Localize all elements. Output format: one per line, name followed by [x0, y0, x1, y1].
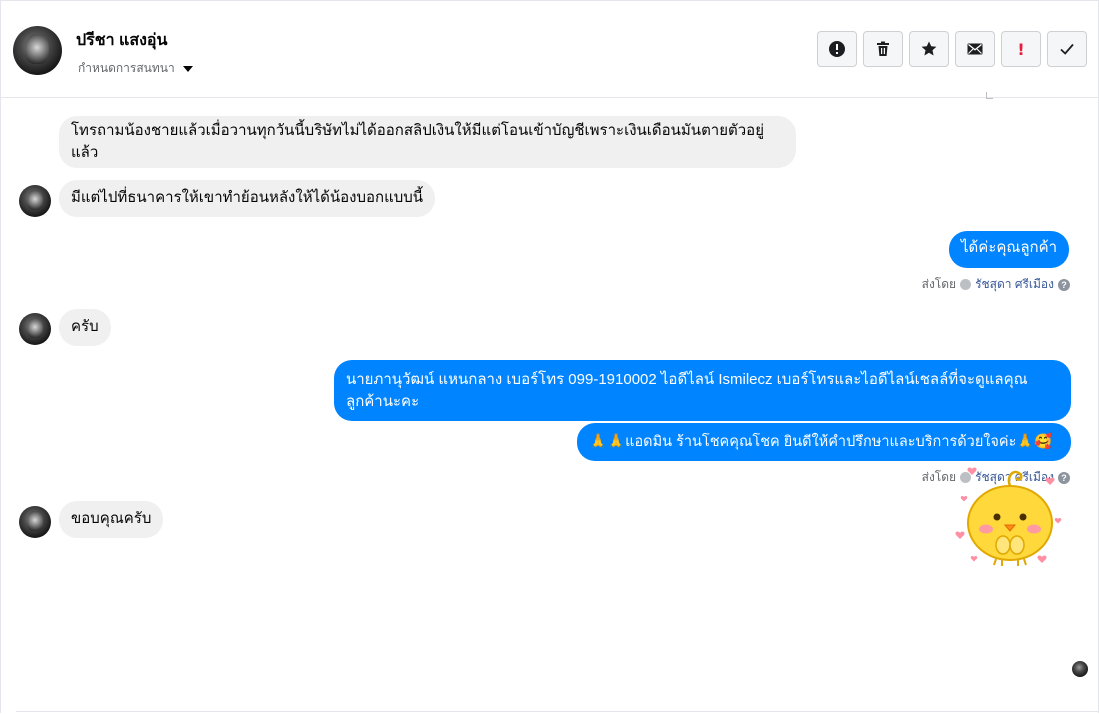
conversation-toolbar: !: [817, 31, 1087, 67]
sent-by-line: ส่งโดย รัชสุดา ศรีเมือง ?: [922, 275, 1070, 294]
assign-conversation-label: กำหนดการสนทนา: [78, 61, 175, 75]
caret-down-icon: [182, 65, 193, 72]
outgoing-message: นายภานุวัฒน์ แหนกลาง เบอร์โทร 099-191000…: [334, 360, 1071, 421]
envelope-icon: [967, 43, 983, 55]
contact-name[interactable]: ปรีชา แสงอุ่น: [76, 28, 167, 53]
mark-unread-button[interactable]: [955, 31, 995, 67]
message-text: มีแต่ไปที่ธนาคารให้เขาทำย้อนหลังให้ได้น้…: [71, 189, 424, 206]
report-button[interactable]: [817, 31, 857, 67]
message-text: ได้ค่ะคุณลูกค้า: [961, 239, 1058, 256]
message-text: ขอบคุณครับ: [71, 510, 152, 527]
incoming-message: โทรถามน้องชายแล้วเมื่อวานทุกวันนี้บริษัท…: [59, 116, 796, 168]
conversation-header: ปรีชา แสงอุ่น กำหนดการสนทนา !: [1, 1, 1098, 98]
check-icon: [1060, 43, 1074, 55]
agent-name[interactable]: รัชสุดา ศรีเมือง: [975, 275, 1054, 294]
exclamation-icon: !: [1017, 39, 1025, 59]
incoming-message: มีแต่ไปที่ธนาคารให้เขาทำย้อนหลังให้ได้น้…: [59, 180, 436, 217]
help-icon[interactable]: ?: [1058, 278, 1070, 291]
seen-avatar: [1072, 661, 1088, 677]
message-text: ครับ: [71, 318, 99, 335]
sent-by-prefix: ส่งโดย: [921, 277, 957, 291]
chick-sticker[interactable]: [950, 459, 1070, 569]
sender-avatar[interactable]: [19, 313, 51, 345]
outgoing-message: 🙏🙏แอดมิน ร้านโชคคุณโชค ยินดีให้คำปรึกษาแ…: [577, 423, 1071, 461]
sender-avatar[interactable]: [19, 185, 51, 217]
message-text: 🙏🙏แอดมิน ร้านโชคคุณโชค ยินดีให้คำปรึกษาแ…: [589, 434, 1053, 450]
message-text: นายภานุวัฒน์ แหนกลาง เบอร์โทร 099-191000…: [346, 371, 1028, 410]
alert-circle-icon: [829, 41, 845, 57]
agent-avatar-icon: [960, 279, 972, 290]
message-thread[interactable]: โทรถามน้องชายแล้วเมื่อวานทุกวันนี้บริษัท…: [1, 98, 1098, 710]
assign-conversation-dropdown[interactable]: กำหนดการสนทนา: [78, 59, 193, 78]
trash-icon: [877, 41, 889, 56]
star-icon: [921, 41, 937, 56]
sender-avatar[interactable]: [19, 506, 51, 538]
contact-avatar[interactable]: [13, 26, 62, 75]
important-button[interactable]: !: [1001, 31, 1041, 67]
message-text: โทรถามน้องชายแล้วเมื่อวานทุกวันนี้บริษัท…: [71, 122, 764, 161]
delete-button[interactable]: [863, 31, 903, 67]
composer-divider: [16, 711, 1098, 712]
outgoing-message: ได้ค่ะคุณลูกค้า: [949, 231, 1070, 268]
mark-done-button[interactable]: [1047, 31, 1087, 67]
incoming-message: ขอบคุณครับ: [59, 501, 164, 538]
incoming-message: ครับ: [59, 309, 111, 346]
star-button[interactable]: [909, 31, 949, 67]
